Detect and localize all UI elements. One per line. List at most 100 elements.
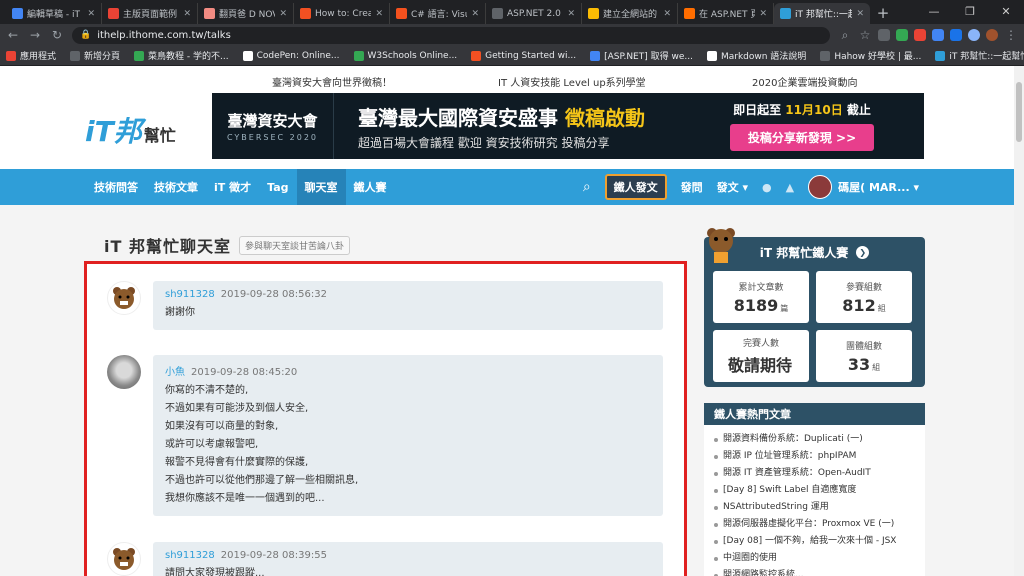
bookmark-item[interactable]: Getting Started wi...: [471, 50, 576, 61]
tab-favicon-icon: [396, 8, 407, 19]
extension-icon[interactable]: [878, 29, 890, 41]
tab-close-icon[interactable]: ✕: [375, 9, 383, 19]
browser-tab[interactable]: 建立全網站的 ✕: [582, 3, 678, 24]
hot-article-item[interactable]: 中迴圈的使用: [714, 550, 917, 567]
chat-bubble: sh911328 2019-09-28 08:39:55 請問大家發現被跟蹤...: [153, 542, 663, 576]
profile-avatar[interactable]: [986, 29, 998, 41]
ask-link[interactable]: 發問: [681, 179, 703, 195]
avatar[interactable]: [107, 542, 141, 576]
bell-icon[interactable]: ▲: [786, 181, 794, 194]
message-line: 謝謝你: [165, 307, 195, 318]
browser-tab[interactable]: 在 ASP.NET 頁 ✕: [678, 3, 774, 24]
message-author[interactable]: sh911328: [165, 550, 215, 561]
promo-link[interactable]: IT 人資安技能 Level up系列學堂: [498, 74, 646, 89]
hot-article-item[interactable]: 開源伺服器虛擬化平台：Proxmox VE (一): [714, 516, 917, 533]
hot-article-item[interactable]: 開源資料備份系統：Duplicati (一): [714, 431, 917, 448]
bookmark-label: iT 邦幫忙::一起幫忙...: [949, 52, 1024, 62]
back-icon[interactable]: ←: [6, 28, 20, 42]
tab-close-icon[interactable]: ✕: [759, 9, 767, 19]
tab-close-icon[interactable]: ✕: [471, 9, 479, 19]
hot-article-item[interactable]: 開源 IP 位址管理系統：phpIPAM: [714, 448, 917, 465]
nav-item[interactable]: 技術文章: [146, 169, 206, 205]
extension-icon[interactable]: [896, 29, 908, 41]
close-window-icon[interactable]: ✕: [988, 0, 1024, 24]
nav-item[interactable]: 技術問答: [86, 169, 146, 205]
hot-article-item[interactable]: 開源 IT 資產管理系統：Open-AudIT: [714, 465, 917, 482]
avatar[interactable]: [107, 281, 141, 315]
extension-icon[interactable]: [968, 29, 980, 41]
nav-item[interactable]: 聊天室: [296, 169, 346, 205]
menu-icon[interactable]: ⋮: [1004, 28, 1018, 42]
bookmark-item[interactable]: iT 邦幫忙::一起幫忙...: [935, 49, 1024, 62]
hot-article-item[interactable]: 開源網路監控系統...: [714, 567, 917, 576]
message-author[interactable]: sh911328: [165, 289, 215, 300]
nav-item[interactable]: iT 徵才: [206, 169, 259, 205]
tab-close-icon[interactable]: ✕: [87, 9, 95, 19]
hot-article-title: NSAttributedString 運用: [723, 502, 829, 512]
tab-close-icon[interactable]: ✕: [279, 9, 287, 19]
page-scrollbar[interactable]: [1014, 66, 1024, 576]
tab-close-icon[interactable]: ✕: [183, 9, 191, 19]
hot-article-item[interactable]: [Day 8] Swift Label 自適應寬度: [714, 482, 917, 499]
hot-article-item[interactable]: NSAttributedString 運用: [714, 499, 917, 516]
promo-link[interactable]: 2020企業雲端投資動向: [752, 74, 857, 89]
bookmark-item[interactable]: 新增分頁: [70, 49, 120, 62]
chat-icon[interactable]: ●: [762, 181, 772, 194]
site-logo[interactable]: iT邦 幫忙: [85, 110, 176, 150]
chat-message: sh911328 2019-09-28 08:56:32 謝謝你: [107, 281, 663, 330]
bookmark-item[interactable]: CodePen: Online...: [242, 50, 340, 61]
chevron-right-icon[interactable]: ❯: [856, 245, 870, 259]
url-input[interactable]: 🔒 ithelp.ithome.com.tw/talks: [72, 26, 830, 44]
tab-close-icon[interactable]: ✕: [856, 9, 864, 19]
scrollbar-thumb[interactable]: [1016, 82, 1022, 142]
star-icon[interactable]: ☆: [858, 28, 872, 42]
hot-articles-list: 開源資料備份系統：Duplicati (一) 開源 IP 位址管理系統：phpIP…: [704, 425, 925, 576]
tab-favicon-icon: [588, 8, 599, 19]
banner-message: 臺灣最大國際資安盛事 徵稿啟動 超過百場大會議程 歡迎 資安技術研究 投稿分享: [334, 102, 694, 151]
minimize-icon[interactable]: —: [916, 0, 952, 24]
message-author[interactable]: 小魚: [165, 367, 185, 378]
browser-tab[interactable]: How to: Creat ✕: [294, 3, 390, 24]
bookmark-item[interactable]: Markdown 語法說明: [706, 49, 806, 62]
nav-item[interactable]: Tag: [259, 169, 296, 205]
search-icon[interactable]: ⌕: [583, 179, 591, 195]
extension-icon[interactable]: [932, 29, 944, 41]
banner-cta-button[interactable]: 投稿分享新發現 >>: [729, 124, 875, 151]
avatar[interactable]: [107, 355, 141, 389]
message-meta: sh911328 2019-09-28 08:39:55: [165, 550, 651, 561]
browser-tab[interactable]: 編輯草稿 - iT 邦 ✕: [6, 3, 102, 24]
bookmark-item[interactable]: 菜鳥教程 - 学的不...: [134, 49, 229, 62]
stat-label: 完賽人數: [742, 339, 779, 349]
browser-tab[interactable]: 翻頁爸 D NOV ✕: [198, 3, 294, 24]
ironman-post-button[interactable]: 鐵人發文: [604, 174, 667, 200]
banner-headline: 臺灣最大國際資安盛事 徵稿啟動: [358, 105, 645, 130]
bookmark-favicon-icon: [471, 50, 482, 61]
chat-message: 小魚 2019-09-28 08:45:20 你寫的不清不楚的, 不過如果有可能涉…: [107, 355, 663, 516]
browser-tab[interactable]: 主版頁面範例 ✕: [102, 3, 198, 24]
tab-close-icon[interactable]: ✕: [663, 9, 671, 19]
browser-tab[interactable]: ASP.NET 2.0 ✕: [486, 3, 582, 24]
forward-icon[interactable]: →: [28, 28, 42, 42]
bear-icon: [113, 287, 135, 309]
extension-icon[interactable]: [950, 29, 962, 41]
tab-close-icon[interactable]: ✕: [567, 9, 575, 19]
post-dropdown[interactable]: 發文 ▾: [717, 179, 748, 195]
bookmark-favicon-icon: [706, 50, 717, 61]
bookmark-item[interactable]: [ASP.NET] 取得 we...: [590, 49, 693, 62]
browser-tab[interactable]: C# 語言: Visua ✕: [390, 3, 486, 24]
reload-icon[interactable]: ↻: [50, 28, 64, 42]
maximize-icon[interactable]: ❐: [952, 0, 988, 24]
extension-icon[interactable]: [914, 29, 926, 41]
bookmark-item[interactable]: W3Schools Online...: [353, 50, 457, 61]
new-tab-button[interactable]: +: [870, 3, 896, 24]
user-menu[interactable]: 碼屋( MAR... ▾: [808, 175, 919, 199]
hot-article-item[interactable]: [Day 08] 一個不夠，給我一次來十個 - JSX: [714, 533, 917, 550]
zoom-icon[interactable]: ⌕: [838, 28, 852, 43]
bookmark-favicon-icon: [134, 50, 145, 61]
ad-banner[interactable]: 臺灣資安大會 CYBERSEC 2020 臺灣最大國際資安盛事 徵稿啟動 超過百…: [212, 93, 924, 159]
bookmark-item[interactable]: 應用程式: [6, 49, 56, 62]
promo-link[interactable]: 臺灣資安大會向世界徵稿！: [272, 74, 392, 89]
browser-tab[interactable]: iT 邦幫忙::一起 ✕: [774, 3, 870, 24]
nav-item[interactable]: 鐵人賽: [346, 169, 395, 205]
bookmark-item[interactable]: Hahow 好學校 | 最...: [820, 49, 921, 62]
